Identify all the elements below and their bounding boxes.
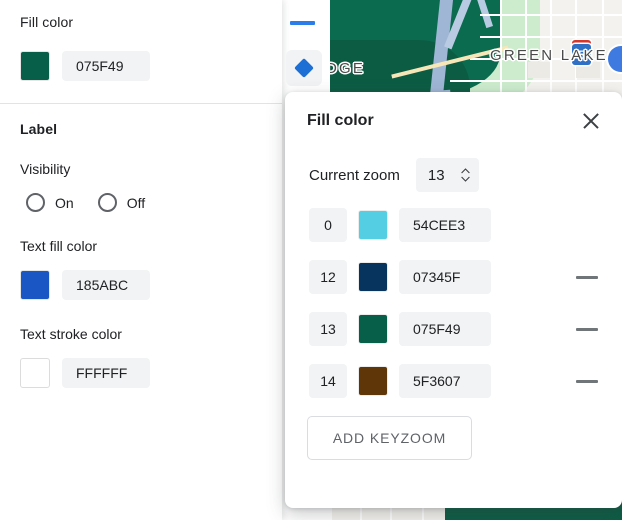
current-zoom-value: 13	[427, 166, 445, 184]
text-fill-color-row: 185ABC	[20, 270, 262, 300]
dialog-header: Fill color	[285, 92, 622, 132]
keyzoom-level-input[interactable]: 0	[309, 208, 347, 242]
map-poi-pin[interactable]	[608, 46, 622, 72]
close-icon[interactable]	[580, 110, 602, 132]
keyzoom-color-swatch[interactable]	[358, 210, 388, 240]
label-section-title: Label	[20, 121, 58, 137]
text-stroke-color-row: FFFFFF	[20, 358, 262, 388]
map-road-h4	[450, 80, 622, 82]
keyzoom-remove-icon[interactable]	[576, 275, 598, 279]
text-fill-color-hex-input[interactable]: 185ABC	[62, 270, 150, 300]
current-zoom-label: Current zoom	[309, 166, 400, 184]
keyzoom-color-swatch[interactable]	[358, 366, 388, 396]
fill-color-row: 075F49	[20, 51, 262, 81]
radio-visibility-on-label: On	[55, 194, 74, 211]
keyzoom-row: 13 075F49	[285, 312, 622, 346]
current-zoom-row: Current zoom 13	[285, 132, 622, 192]
current-zoom-stepper[interactable]: 13	[415, 158, 479, 192]
label-section: Label Visibility On Off Text fill color …	[0, 104, 282, 388]
app-root: 5 GREEN LAKE DGE Fill color 075F49 Label…	[0, 0, 622, 520]
keyzoom-row: 12 07345F	[285, 260, 622, 294]
visibility-label: Visibility	[20, 161, 71, 177]
radio-visibility-off-label: Off	[126, 194, 146, 211]
keyzoom-level-input[interactable]: 14	[309, 364, 347, 398]
text-fill-color-swatch[interactable]	[20, 270, 50, 300]
keyzoom-hex-input[interactable]: 075F49	[399, 312, 491, 346]
map-block-a	[528, 62, 550, 78]
fill-color-title: Fill color	[20, 14, 74, 30]
keyzoom-hex-input[interactable]: 54CEE3	[399, 208, 491, 242]
text-fill-color-label: Text fill color	[20, 238, 98, 254]
keyzoom-hex-input[interactable]: 07345F	[399, 260, 491, 294]
chevron-down-icon[interactable]	[461, 176, 470, 182]
visibility-radio-group: On Off	[20, 193, 262, 212]
fill-color-hex-input[interactable]: 075F49	[62, 51, 150, 81]
radio-visibility-on[interactable]	[26, 193, 45, 212]
keyzoom-row: 14 5F3607	[285, 364, 622, 398]
keyzoom-color-swatch[interactable]	[358, 262, 388, 292]
keyzoom-row: 0 54CEE3	[285, 208, 622, 242]
text-stroke-color-hex-input[interactable]: FFFFFF	[62, 358, 150, 388]
diamond-icon	[294, 58, 314, 78]
add-keyzoom-button[interactable]: ADD KEYZOOM	[307, 416, 472, 460]
text-stroke-color-label: Text stroke color	[20, 326, 122, 342]
chevron-up-icon[interactable]	[461, 168, 470, 174]
text-stroke-color-swatch[interactable]	[20, 358, 50, 388]
fill-color-swatch[interactable]	[20, 51, 50, 81]
dialog-title: Fill color	[307, 112, 374, 129]
keyzoom-level-input[interactable]: 12	[309, 260, 347, 294]
fill-color-dialog: Fill color Current zoom 13 0 54CEE3 12 0…	[285, 92, 622, 508]
map-label-green-lake: GREEN LAKE	[490, 47, 608, 64]
keyzoom-color-swatch[interactable]	[358, 314, 388, 344]
keyzoom-hex-input[interactable]: 5F3607	[399, 364, 491, 398]
keyzoom-remove-icon[interactable]	[576, 327, 598, 331]
map-label-dge: DGE	[330, 60, 366, 77]
keyzoom-level-input[interactable]: 13	[309, 312, 347, 346]
keyzoom-remove-icon[interactable]	[576, 379, 598, 383]
minus-icon[interactable]	[290, 21, 315, 25]
style-editor-panel: Fill color 075F49 Label Visibility On Of…	[0, 0, 282, 520]
fill-color-section: Fill color 075F49	[0, 0, 282, 81]
keyzoom-list: 0 54CEE3 12 07345F 13 075F49 14 5F3607	[285, 192, 622, 398]
keyzoom-diamond-button[interactable]	[286, 50, 322, 86]
stepper-arrows	[461, 168, 470, 182]
radio-visibility-off[interactable]	[97, 193, 117, 212]
